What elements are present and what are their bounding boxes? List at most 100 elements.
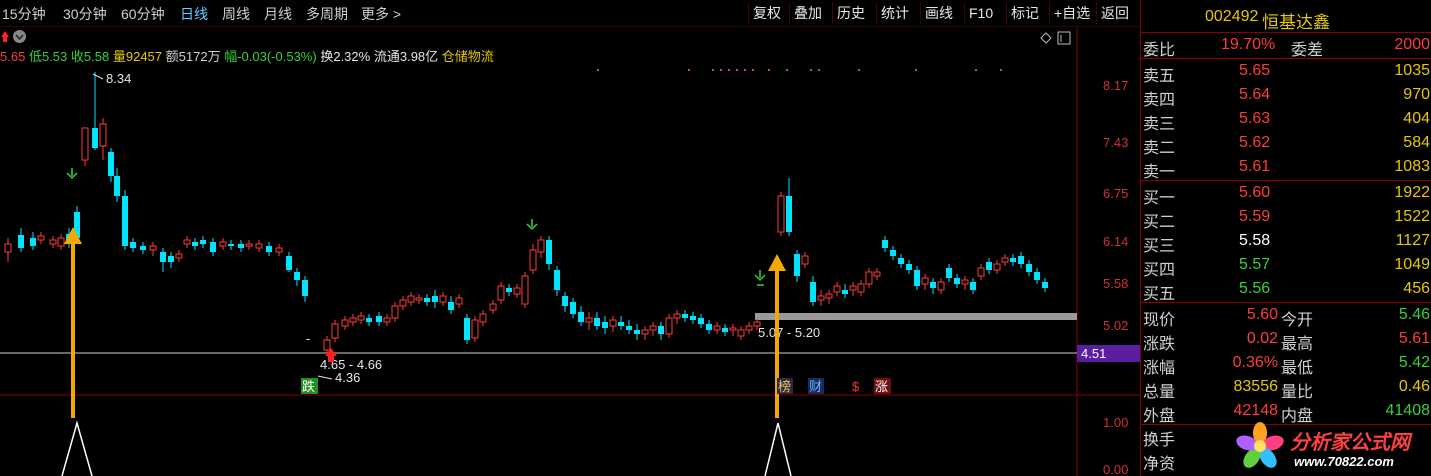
candle-body [713, 325, 721, 331]
low-annotation: 4.36 [335, 370, 360, 385]
candle-body [594, 318, 600, 326]
green-down-arrow-icon [526, 219, 538, 231]
svg-text:榜: 榜 [778, 379, 791, 394]
draw-button[interactable]: 画线 [920, 2, 962, 24]
period-multi[interactable]: 多周期 [306, 4, 348, 24]
kline-chart[interactable]: 8.17 7.43 6.75 6.14 5.58 5.02 1.00 0.00 … [0, 27, 1140, 476]
candle-body [786, 196, 792, 232]
bid-volume: 456 [1403, 280, 1430, 297]
period-more[interactable]: 更多 > [361, 4, 401, 24]
candle-body [609, 319, 617, 327]
candle-body [286, 256, 292, 270]
stat-row[interactable]: 涨跌 0.02 最高 5.61 [1141, 328, 1431, 353]
stat-value: 0.02 [1246, 330, 1278, 347]
info-amount-label: 额 [165, 49, 179, 64]
ask-row[interactable]: 卖二 5.62 584 [1141, 132, 1431, 157]
stat-row[interactable]: 现价 5.60 今开 5.46 [1141, 304, 1431, 329]
info-sector[interactable]: 仓储物流 [442, 49, 494, 64]
ask-price: 5.62 [1239, 134, 1271, 151]
bid-label: 买四 [1143, 262, 1176, 279]
candle-body [357, 315, 365, 321]
stat-row[interactable]: 总量 83556 量比 0.46 [1141, 376, 1431, 401]
stats-button[interactable]: 统计 [876, 2, 918, 24]
candle-body [641, 329, 649, 335]
candle-body [464, 318, 470, 340]
candle-body [970, 282, 976, 290]
candle-body [729, 327, 737, 331]
candle-body [745, 325, 753, 331]
y-tick: 7.43 [1103, 135, 1128, 150]
candle-body [906, 264, 912, 270]
bid-price: 5.58 [1239, 232, 1271, 249]
f10-button[interactable]: F10 [964, 2, 1004, 24]
bid-row[interactable]: 买三 5.58 1127 [1141, 230, 1431, 255]
candle-body [108, 152, 114, 176]
back-button[interactable]: 返回 [1096, 2, 1138, 24]
bid-price: 5.59 [1239, 208, 1271, 225]
window-icon[interactable] [1057, 31, 1071, 45]
candle-body [331, 323, 339, 339]
ask-row[interactable]: 卖五 5.65 1035 [1141, 60, 1431, 85]
period-15min[interactable]: 15分钟 [2, 4, 46, 24]
signal-dot [858, 69, 860, 71]
candle-body [634, 330, 640, 334]
sub-indicator-spike [61, 420, 93, 476]
bid-row[interactable]: 买一 5.60 1922 [1141, 182, 1431, 207]
stat-value: 5.61 [1398, 330, 1430, 347]
kline-info-bar: 5.65 低5.53 收5.58 量92457 额5172万 幅-0.03(-0… [0, 46, 494, 65]
candle-body [1042, 282, 1048, 288]
bid-label: 买二 [1143, 214, 1176, 231]
svg-text:财: 财 [809, 379, 822, 394]
info-vol: 92457 [125, 49, 163, 64]
candle-body [168, 256, 174, 262]
candle-body [349, 317, 357, 323]
candle-body [722, 328, 728, 332]
bid-price: 5.60 [1239, 184, 1271, 201]
turnover-label: 换手 [1143, 432, 1176, 449]
ask-row[interactable]: 卖四 5.64 970 [1141, 84, 1431, 109]
candle-body [521, 275, 529, 305]
bid-row[interactable]: 买二 5.59 1522 [1141, 206, 1431, 231]
candle-body [479, 313, 487, 323]
bid-row[interactable]: 买四 5.57 1049 [1141, 254, 1431, 279]
period-60min[interactable]: 60分钟 [121, 4, 165, 24]
candle-body [977, 267, 985, 277]
ask-volume: 970 [1403, 86, 1430, 103]
stat-value: 0.46 [1398, 378, 1430, 395]
candle-body [448, 302, 454, 310]
period-daily[interactable]: 日线 [180, 4, 208, 24]
stat-row[interactable]: 涨幅 0.36% 最低 5.42 [1141, 352, 1431, 377]
marker-dollar[interactable]: $ [852, 379, 860, 394]
history-button[interactable]: 历史 [832, 2, 874, 24]
signal-dot [712, 69, 714, 71]
stat-value: 0.36% [1232, 354, 1278, 371]
candle-body [873, 271, 881, 277]
bid-row[interactable]: 买五 5.56 456 [1141, 278, 1431, 303]
period-weekly[interactable]: 周线 [222, 4, 250, 24]
candle-body [817, 295, 825, 301]
info-high: 5.65 [0, 49, 26, 64]
ask-row[interactable]: 卖一 5.61 1083 [1141, 156, 1431, 181]
signal-dot [786, 69, 788, 71]
y-tick: 5.02 [1103, 318, 1128, 333]
info-close-label: 收 [70, 49, 84, 64]
info-turnover-label: 换 [320, 49, 334, 64]
period-monthly[interactable]: 月线 [264, 4, 292, 24]
fuquan-button[interactable]: 复权 [748, 2, 788, 24]
ask-row[interactable]: 卖三 5.63 404 [1141, 108, 1431, 133]
period-30min[interactable]: 30分钟 [63, 4, 107, 24]
candle-body [777, 195, 785, 233]
settings-circle-icon[interactable] [13, 30, 26, 43]
add-watchlist-button[interactable]: +自选 [1049, 2, 1095, 24]
candle-body [810, 282, 816, 302]
mark-button[interactable]: 标记 [1006, 2, 1048, 24]
signal-dot [744, 69, 746, 71]
stat-label: 现价 [1143, 312, 1176, 329]
overlay-button[interactable]: 叠加 [789, 2, 831, 24]
candle-body [954, 278, 960, 284]
candle-body [122, 196, 128, 246]
weicha-label: 委差 [1291, 42, 1324, 59]
dash-marker: - [306, 331, 310, 346]
diamond-icon[interactable] [1040, 32, 1052, 44]
signal-dot [736, 69, 738, 71]
